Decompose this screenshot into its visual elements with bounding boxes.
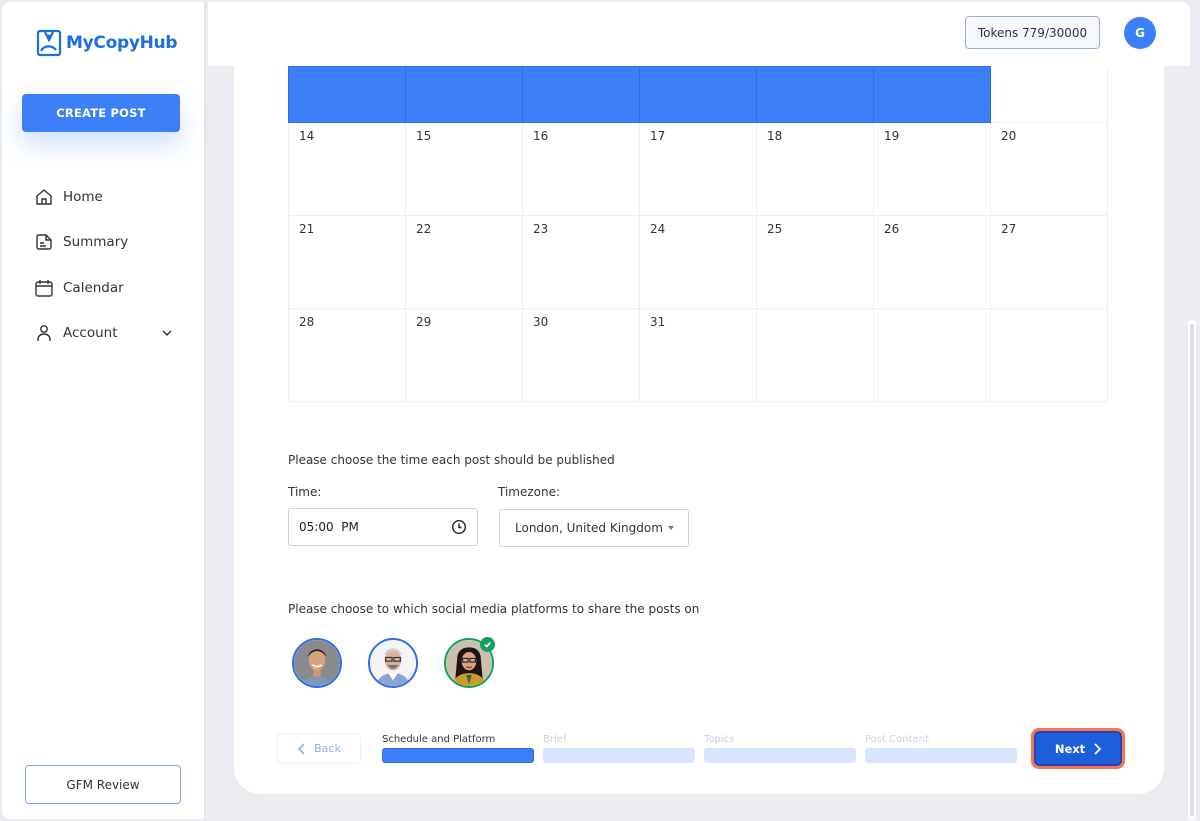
sidebar-item-account[interactable]: Account xyxy=(34,311,184,357)
sidebar: MyCopyHub CREATE POST Home Summary Calen… xyxy=(2,2,206,819)
timezone-value: London, United Kingdom xyxy=(515,521,663,535)
avatar xyxy=(370,640,416,686)
person-photo-icon xyxy=(370,640,416,686)
calendar-day-cell[interactable]: 19 xyxy=(873,122,991,216)
time-label: Time: xyxy=(288,485,322,499)
back-button[interactable]: Back xyxy=(277,733,361,764)
document-icon xyxy=(36,234,52,250)
top-header: Tokens 779/30000 G xyxy=(208,2,1190,66)
step-progress-bar xyxy=(543,748,695,763)
calendar-day-cell[interactable]: 24 xyxy=(639,215,757,309)
calendar-day-cell[interactable]: 20 xyxy=(990,122,1108,216)
sidebar-item-label: Summary xyxy=(63,234,129,251)
page-scrollbar[interactable] xyxy=(1188,320,1196,820)
calendar-day-cell[interactable] xyxy=(756,66,874,123)
calendar-day-cell[interactable]: 22 xyxy=(405,215,523,309)
next-label: Next xyxy=(1054,741,1086,756)
calendar-day-cell[interactable]: 30 xyxy=(522,308,640,402)
step-label: Schedule and Platform xyxy=(382,734,496,745)
calendar-week-row: 28 29 30 31 xyxy=(288,308,1108,402)
create-post-button[interactable]: CREATE POST xyxy=(22,94,180,132)
calendar-grid: 14 15 16 17 18 19 20 21 22 23 24 25 26 2… xyxy=(288,66,1108,402)
time-input[interactable]: 05:00 PM xyxy=(288,508,478,546)
wizard-step-brief[interactable]: Brief xyxy=(543,733,695,763)
home-icon xyxy=(36,188,52,205)
calendar-day-cell[interactable] xyxy=(873,308,991,402)
calendar-day-cell[interactable]: 23 xyxy=(522,215,640,309)
clock-icon[interactable] xyxy=(451,519,467,535)
calendar-week-row xyxy=(288,66,1108,123)
calendar-day-cell[interactable]: 18 xyxy=(756,122,874,216)
platform-accounts xyxy=(292,637,495,688)
gfm-review-button[interactable]: GFM Review xyxy=(25,765,181,804)
calendar-week-row: 21 22 23 24 25 26 27 xyxy=(288,215,1108,309)
caret-down-icon xyxy=(668,526,674,530)
selected-check-icon xyxy=(480,637,495,652)
time-prompt: Please choose the time each post should … xyxy=(288,453,615,467)
wizard-step-schedule[interactable]: Schedule and Platform xyxy=(382,733,534,763)
calendar-day-cell[interactable] xyxy=(405,66,523,123)
platform-account-3[interactable] xyxy=(444,637,495,688)
person-photo-icon xyxy=(294,640,340,686)
app-logo[interactable]: MyCopyHub xyxy=(36,29,178,57)
calendar-day-cell[interactable] xyxy=(990,66,1108,123)
chevron-down-icon[interactable] xyxy=(160,326,174,340)
step-progress-bar xyxy=(704,748,856,763)
step-label: Brief xyxy=(543,734,567,745)
chevron-left-icon xyxy=(298,742,305,755)
avatar xyxy=(294,640,340,686)
chevron-right-icon xyxy=(1094,742,1102,755)
wizard-step-topics[interactable]: Topics xyxy=(704,733,856,763)
calendar-day-cell[interactable]: 29 xyxy=(405,308,523,402)
platform-account-1[interactable] xyxy=(292,638,342,688)
calendar-day-cell[interactable]: 15 xyxy=(405,122,523,216)
calendar-day-cell[interactable]: 21 xyxy=(288,215,406,309)
user-avatar[interactable]: G xyxy=(1124,17,1156,49)
wizard-step-post-content[interactable]: Post Content xyxy=(865,733,1017,763)
calendar-day-cell[interactable]: 27 xyxy=(990,215,1108,309)
step-progress-bar xyxy=(865,748,1017,763)
calendar-week-row: 14 15 16 17 18 19 20 xyxy=(288,122,1108,216)
step-label: Post Content xyxy=(865,734,929,745)
calendar-day-cell[interactable] xyxy=(522,66,640,123)
sidebar-item-home[interactable]: Home xyxy=(34,174,184,220)
main-card: 14 15 16 17 18 19 20 21 22 23 24 25 26 2… xyxy=(234,66,1164,794)
platforms-prompt: Please choose to which social media plat… xyxy=(288,602,700,616)
step-progress-bar xyxy=(382,748,534,763)
time-value: 05:00 PM xyxy=(299,520,359,534)
next-button[interactable]: Next xyxy=(1031,728,1125,769)
back-label: Back xyxy=(314,742,341,755)
calendar-icon xyxy=(35,279,53,297)
calendar-day-cell[interactable]: 16 xyxy=(522,122,640,216)
calendar-day-cell[interactable] xyxy=(990,308,1108,402)
calendar-day-cell[interactable]: 31 xyxy=(639,308,757,402)
tokens-counter[interactable]: Tokens 779/30000 xyxy=(965,16,1100,49)
timezone-select[interactable]: London, United Kingdom xyxy=(499,509,689,547)
step-label: Topics xyxy=(704,734,735,745)
calendar-day-cell[interactable]: 17 xyxy=(639,122,757,216)
calendar-day-cell[interactable] xyxy=(288,66,406,123)
calendar-day-cell[interactable] xyxy=(639,66,757,123)
wizard-steps: Schedule and Platform Brief Topics Post … xyxy=(382,733,1017,763)
sidebar-item-label: Home xyxy=(63,188,103,205)
calendar-day-cell[interactable]: 14 xyxy=(288,122,406,216)
sidebar-item-label: Calendar xyxy=(63,279,124,296)
calendar-day-cell[interactable]: 25 xyxy=(756,215,874,309)
timezone-label: Timezone: xyxy=(498,485,561,499)
app-name: MyCopyHub xyxy=(66,33,178,53)
logo-icon xyxy=(36,29,62,57)
calendar-day-cell[interactable] xyxy=(756,308,874,402)
calendar-day-cell[interactable]: 26 xyxy=(873,215,991,309)
sidebar-item-summary[interactable]: Summary xyxy=(34,220,184,266)
calendar-day-cell[interactable]: 28 xyxy=(288,308,406,402)
sidebar-nav: Home Summary Calendar Account xyxy=(34,174,184,356)
sidebar-item-calendar[interactable]: Calendar xyxy=(34,265,184,311)
scrollbar-thumb[interactable] xyxy=(1190,324,1194,816)
sidebar-item-label: Account xyxy=(63,325,118,342)
platform-account-2[interactable] xyxy=(368,638,418,688)
user-icon xyxy=(37,325,51,342)
calendar-day-cell[interactable] xyxy=(873,66,991,123)
